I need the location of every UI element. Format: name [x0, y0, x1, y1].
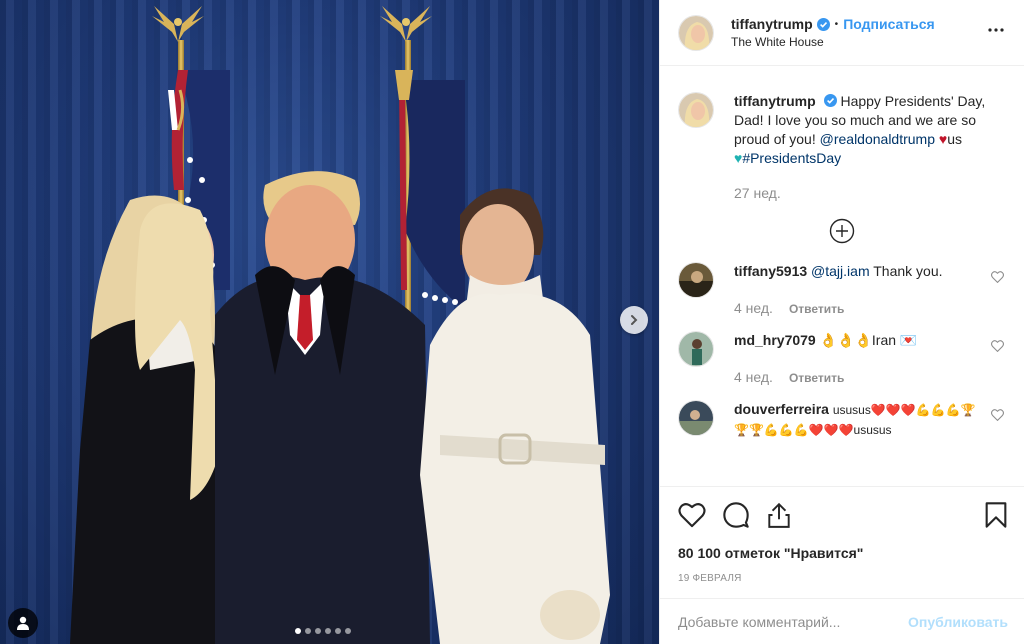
publish-button[interactable]: Опубликовать [908, 614, 1008, 630]
commenter-avatar[interactable] [678, 262, 714, 298]
post-actions: 80 100 отметок "Нравится" 19 февраля [660, 486, 1024, 584]
verified-badge-icon [823, 94, 837, 107]
comment-text: Thank you. [869, 263, 943, 279]
person-right [420, 188, 610, 644]
post-sidebar: tiffanytrump • Подписаться The White Hou… [659, 0, 1024, 644]
commenter-avatar[interactable] [678, 400, 714, 436]
caption-username[interactable]: tiffanytrump [734, 93, 816, 109]
more-options-icon[interactable] [984, 18, 1008, 47]
comment-input[interactable] [678, 613, 909, 630]
carousel-dot [315, 628, 321, 634]
comment-item: douverferreira ususus❤️❤️❤️💪💪💪🏆🏆🏆💪💪💪❤️❤️… [660, 388, 1024, 440]
chevron-right-icon [631, 315, 638, 325]
comment-mention-link[interactable]: @tajj.iam [811, 263, 870, 279]
like-comment-heart-icon[interactable] [991, 339, 1004, 357]
tagged-users-button[interactable] [8, 608, 38, 638]
comment-icon[interactable] [722, 501, 750, 529]
share-icon[interactable] [766, 501, 792, 529]
comment-time[interactable]: 4 нед. [734, 368, 773, 387]
commenter-username[interactable]: md_hry7079 [734, 332, 816, 348]
post-location[interactable]: The White House [731, 35, 984, 49]
caption-time[interactable]: 27 нед. [734, 184, 1008, 203]
user-tag-icon [17, 616, 29, 630]
caption-hashtag-link[interactable]: #PresidentsDay [742, 150, 841, 166]
comment-item: md_hry7079 👌👌👌Iran 💌 4 нед. Ответить [660, 319, 1024, 388]
comment-item: tiffany5913 @tajj.iam Thank you. 4 нед. … [660, 250, 1024, 319]
likes-count[interactable]: 80 100 отметок "Нравится" [678, 545, 1008, 561]
red-heart-emoji: ♥ [938, 131, 948, 147]
heart-icon[interactable] [678, 502, 706, 528]
like-comment-heart-icon[interactable] [991, 408, 1004, 426]
bookmark-icon[interactable] [984, 501, 1008, 529]
caption-avatar[interactable] [678, 92, 714, 128]
commenter-username[interactable]: douverferreira [734, 401, 829, 417]
separator-dot: • [834, 18, 839, 30]
carousel-dots [295, 628, 351, 634]
load-more-plus-icon[interactable] [829, 218, 855, 244]
caption-mention-link[interactable]: @realdonaldtrump [820, 131, 935, 147]
load-more-comments [660, 203, 1024, 250]
like-comment-heart-icon[interactable] [991, 270, 1004, 288]
verified-badge-icon [816, 17, 830, 31]
post-photo[interactable] [0, 0, 659, 644]
caption-text-us: us [947, 131, 963, 147]
reply-button[interactable]: Ответить [789, 300, 844, 319]
eagle-finial-right [380, 6, 432, 42]
carousel-dot [295, 628, 301, 634]
reply-button[interactable]: Ответить [789, 369, 844, 388]
add-comment-bar: Опубликовать [660, 598, 1024, 644]
carousel-dot [325, 628, 331, 634]
carousel-dot [335, 628, 341, 634]
eagle-finial-left [152, 6, 204, 42]
carousel-dot [305, 628, 311, 634]
comment-time[interactable]: 4 нед. [734, 299, 773, 318]
comments-list: tiffanytrump Happy Presidents' Day, Dad!… [660, 66, 1024, 486]
post-header: tiffanytrump • Подписаться The White Hou… [660, 0, 1024, 66]
commenter-username[interactable]: tiffany5913 [734, 263, 807, 279]
follow-button[interactable]: Подписаться [843, 16, 935, 32]
person-center [215, 171, 430, 644]
comment-text: 👌👌👌Iran 💌 [819, 332, 918, 348]
author-avatar[interactable] [678, 14, 714, 51]
next-photo-button[interactable] [620, 306, 648, 334]
commenter-avatar[interactable] [678, 331, 714, 367]
post-date[interactable]: 19 февраля [678, 573, 1008, 584]
author-username[interactable]: tiffanytrump [731, 16, 813, 32]
carousel-dot [345, 628, 351, 634]
post-caption: tiffanytrump Happy Presidents' Day, Dad!… [660, 66, 1024, 203]
